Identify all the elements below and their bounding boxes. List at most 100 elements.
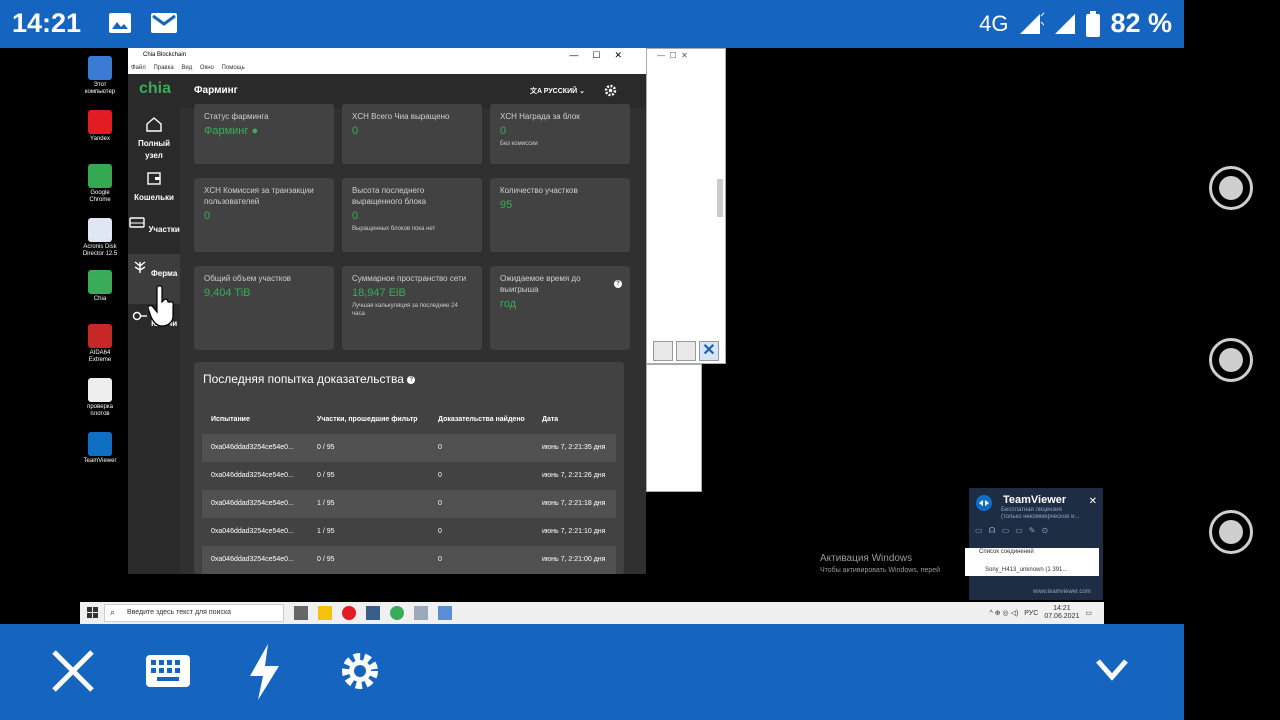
refresh-icon[interactable] — [676, 341, 696, 361]
cell-challenge: 0xa046ddad3254ce54e0... — [211, 556, 294, 563]
tray-language[interactable]: РУС — [1024, 610, 1038, 617]
teamviewer-toolbar[interactable]: ▭☊▭▭✎⊙ — [975, 526, 1054, 535]
close-icon[interactable] — [50, 648, 96, 694]
acronis-taskbar-icon[interactable] — [438, 606, 452, 620]
menu-file[interactable]: Файл — [131, 65, 146, 71]
col-challenge[interactable]: Испытание — [211, 416, 250, 423]
col-date[interactable]: Дата — [542, 416, 558, 423]
window-controls[interactable]: —☐✕ — [569, 48, 636, 62]
yandex-icon — [88, 110, 112, 134]
proof-panel: Последняя попытка доказательства ? Испыт… — [194, 362, 624, 574]
delete-icon[interactable]: ✕ — [699, 341, 719, 361]
table-row[interactable]: 0xa046ddad3254ce54e0... 0 / 95 0 июнь 7,… — [202, 462, 616, 490]
cell-challenge: 0xa046ddad3254ce54e0... — [211, 472, 294, 479]
wallet-icon — [147, 172, 161, 185]
card-value: Фарминг ● — [204, 125, 259, 137]
cell-plots: 1 / 95 — [317, 500, 335, 507]
taskbar-apps — [294, 606, 452, 620]
menu-view[interactable]: Вид — [181, 65, 192, 71]
nav-plots[interactable]: Участки — [128, 214, 180, 236]
language-selector[interactable]: 文A РУССКИЙ ⌄ — [530, 86, 585, 96]
chia-icon — [88, 270, 112, 294]
side-control-top[interactable] — [1209, 166, 1253, 210]
table-row[interactable]: 0xa046ddad3254ce54e0... 0 / 95 0 июнь 7,… — [202, 434, 616, 462]
cell-proofs: 0 — [438, 556, 442, 563]
computer-icon — [88, 56, 112, 80]
activation-subtitle: Чтобы активировать Windows, перей — [820, 567, 941, 574]
card-netspace: Суммарное пространство сети 18,947 EiB Л… — [342, 266, 482, 350]
background-window-lower[interactable] — [646, 364, 702, 492]
app-taskbar-icon[interactable] — [366, 606, 380, 620]
col-proofs-found[interactable]: Доказательства найдено — [438, 416, 525, 423]
tray-time: 14:21 — [1053, 605, 1071, 612]
settings-icon[interactable] — [337, 648, 383, 694]
windows-activation: Активация Windows Чтобы активировать Win… — [820, 553, 940, 577]
desktop-icon-label: Этот компьютер — [84, 82, 116, 95]
add-icon[interactable] — [653, 341, 673, 361]
taskbar-search[interactable]: Введите здесь текст для поиска — [104, 604, 284, 622]
keyboard-icon[interactable] — [145, 654, 191, 688]
nav-full-node[interactable]: Полный узел — [128, 116, 180, 162]
card-value: 95 — [500, 199, 513, 211]
bg-window-scrollbar[interactable] — [717, 179, 723, 217]
background-window[interactable]: — ☐ ✕ ✕ — [646, 48, 726, 364]
cell-plots: 1 / 95 — [317, 528, 335, 535]
cell-date: июнь 7, 2:21:10 дня — [542, 528, 606, 535]
table-row[interactable]: 0xa046ddad3254ce54e0... 0 / 95 0 июнь 7,… — [202, 546, 616, 574]
activation-title: Активация Windows — [820, 553, 913, 564]
window-titlebar[interactable]: Chia Blockchain —☐✕ — [128, 48, 646, 62]
card-value: 9,404 TiB — [204, 287, 251, 299]
help-icon[interactable]: ? — [614, 280, 622, 288]
side-control-middle[interactable] — [1209, 338, 1253, 382]
desktop-icon-5[interactable]: AIDA64 Extreme — [80, 324, 120, 364]
desktop-icon-2[interactable]: Google Chrome — [80, 164, 120, 204]
chia-taskbar-icon[interactable] — [390, 606, 404, 620]
lightning-icon[interactable] — [246, 644, 282, 700]
teamviewer-panel[interactable]: TeamViewer Бесплатная лицензия (только н… — [969, 488, 1103, 600]
bg-window-controls[interactable]: — ☐ ✕ — [657, 51, 688, 60]
card-plot-count: Количество участков 95 — [490, 178, 630, 252]
menu-window[interactable]: Окно — [200, 65, 214, 71]
chia-window[interactable]: Chia Blockchain —☐✕ Файл Правка Вид Окно… — [128, 48, 646, 574]
table-row[interactable]: 0xa046ddad3254ce54e0... 1 / 95 0 июнь 7,… — [202, 518, 616, 546]
desktop-icon-1[interactable]: Yandex — [80, 110, 120, 143]
table-row[interactable]: 0xa046ddad3254ce54e0... 1 / 95 0 июнь 7,… — [202, 490, 616, 518]
desktop-icon-label: Google Chrome — [89, 190, 111, 203]
farm-icon — [134, 261, 146, 273]
language-label: РУССКИЙ — [543, 88, 578, 95]
teamviewer-connection-list[interactable]: Список соединений Sony_H413_unknown (1 3… — [965, 548, 1099, 576]
windows-start-icon[interactable] — [87, 607, 98, 618]
yandex-taskbar-icon[interactable] — [342, 606, 356, 620]
card-title: XCH Всего Чиа выращено — [352, 112, 450, 121]
cell-challenge: 0xa046ddad3254ce54e0... — [211, 444, 294, 451]
mail-notification-icon — [151, 13, 177, 33]
bg-window-toolbar: ✕ — [653, 341, 719, 361]
signal-icon — [1020, 11, 1045, 34]
desktop-icon-0[interactable]: Этот компьютер — [80, 56, 120, 96]
col-plots-passed[interactable]: Участки, прошедшие фильтр — [317, 416, 418, 423]
teamviewer-close-icon[interactable]: ✕ — [1089, 496, 1097, 507]
card-block-reward: XCH Награда за блок 0 Без комиссии — [490, 104, 630, 164]
settings-gear-icon[interactable] — [604, 84, 617, 97]
tray-icons[interactable]: ^ ⊕ ◎ ◁) — [989, 609, 1018, 617]
desktop-icon-3[interactable]: Acronis Disk Director 12.5 — [80, 218, 120, 258]
connection-item[interactable]: Sony_H413_unknown (1 391... — [985, 567, 1067, 573]
notification-icon[interactable]: ▭ — [1085, 609, 1092, 617]
desktop-icon-4[interactable]: Chia — [80, 270, 120, 303]
nav-wallets[interactable]: Кошельки — [128, 170, 180, 204]
menu-help[interactable]: Помощь — [222, 65, 245, 71]
task-view-icon[interactable] — [294, 606, 308, 620]
menu-edit[interactable]: Правка — [153, 65, 173, 71]
explorer-icon[interactable] — [318, 606, 332, 620]
window-taskbar-icon[interactable] — [414, 606, 428, 620]
teamviewer-link[interactable]: www.teamviewer.com — [1033, 589, 1091, 595]
desktop-icon-7[interactable]: TeamViewer — [80, 432, 120, 465]
card-title: Суммарное пространство сети — [352, 274, 467, 283]
signal2-icon — [1055, 13, 1076, 34]
side-control-bottom[interactable] — [1209, 510, 1253, 554]
acronis-icon — [88, 218, 112, 242]
help-icon[interactable]: ? — [407, 375, 416, 384]
chevron-down-icon[interactable] — [1095, 658, 1129, 682]
tray-clock[interactable]: 14:21 07.06.2021 — [1044, 605, 1079, 621]
desktop-icon-6[interactable]: проверка плотов — [80, 378, 120, 418]
